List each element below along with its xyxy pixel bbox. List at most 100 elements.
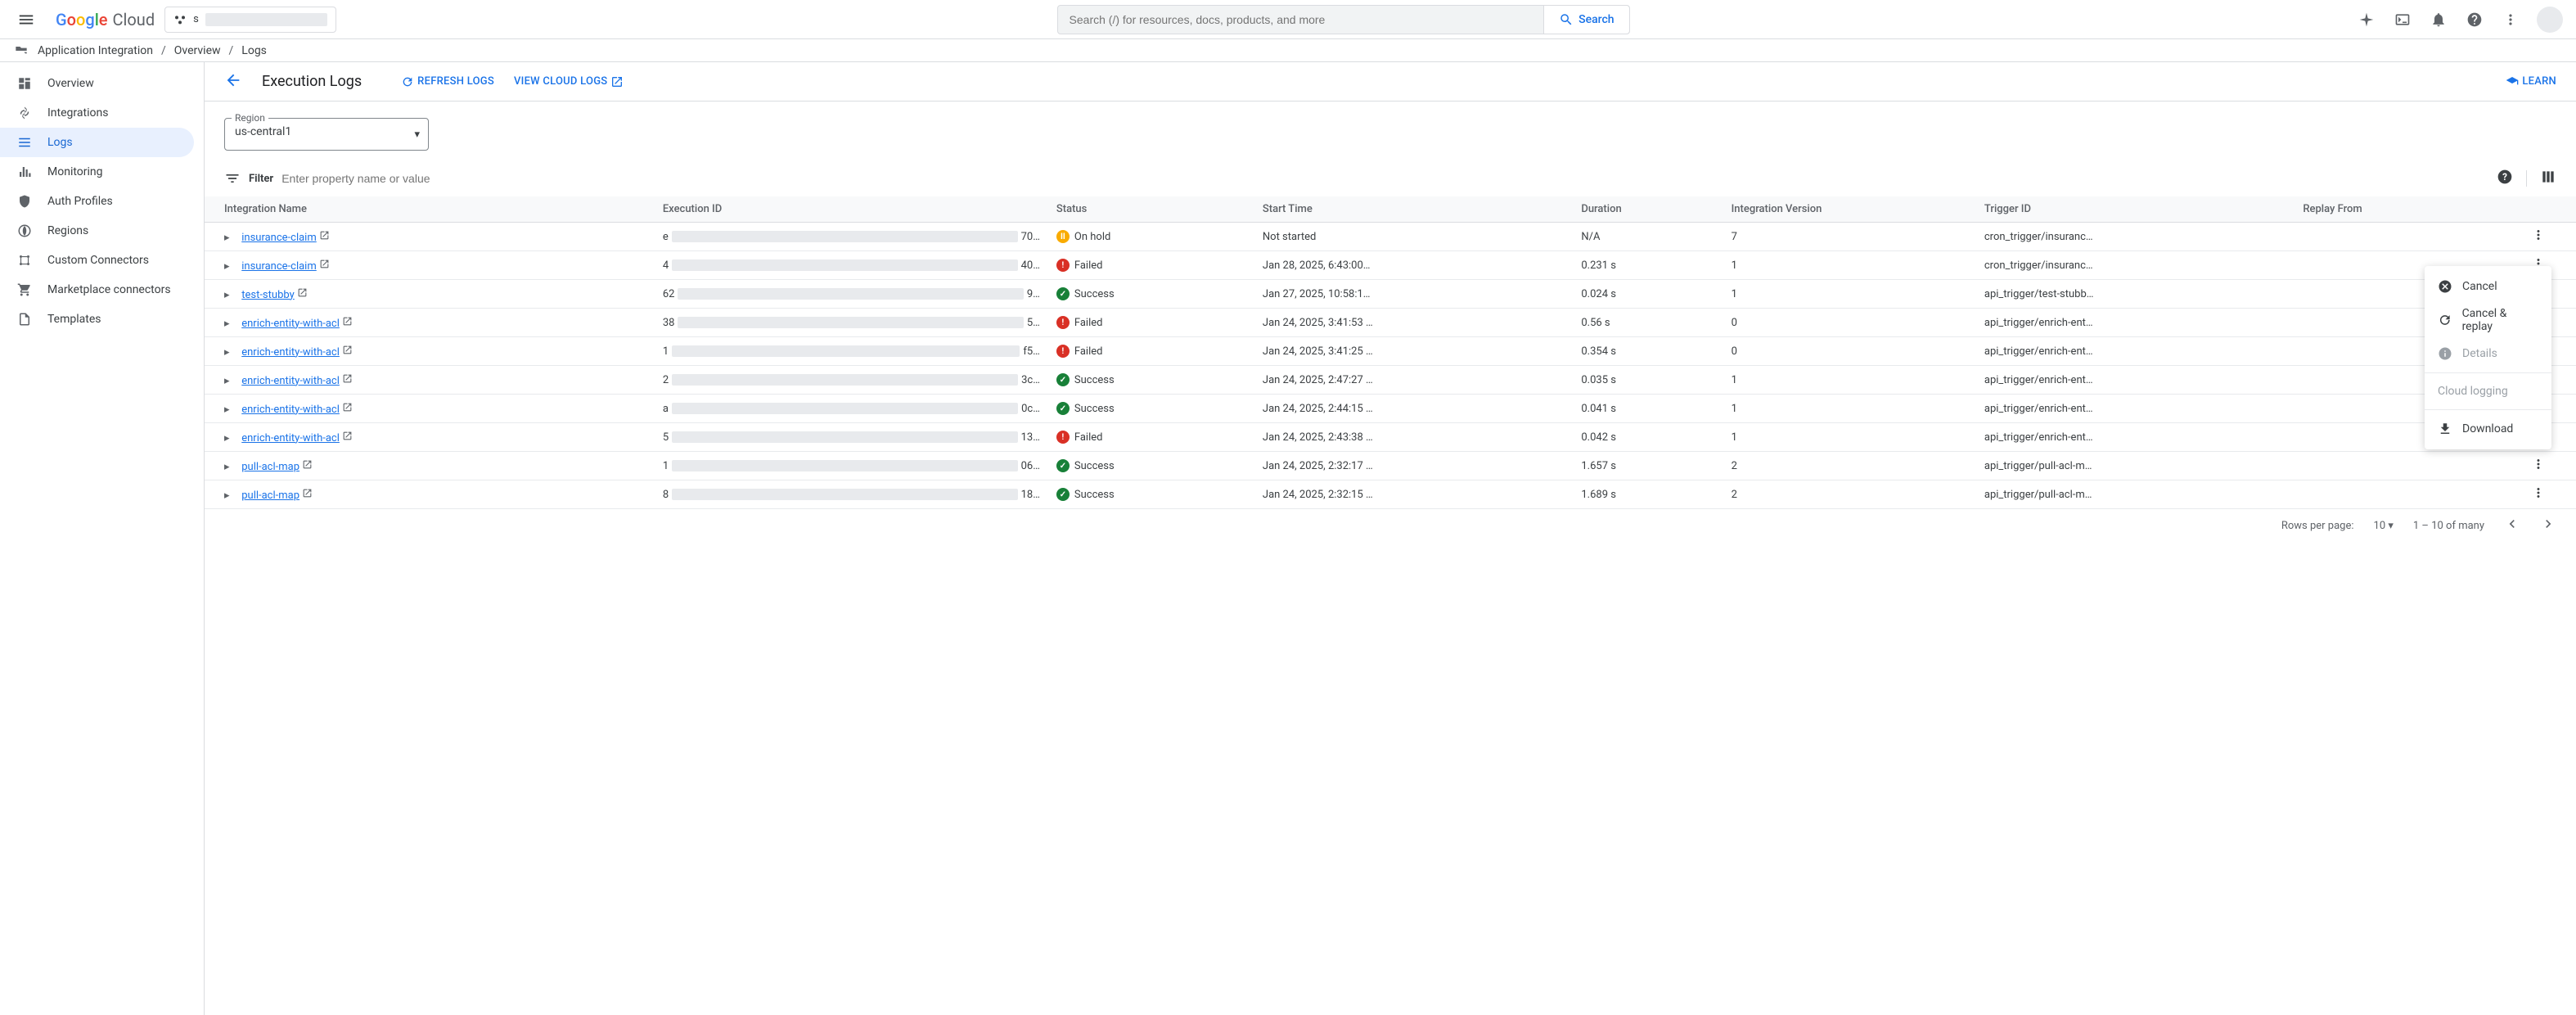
external-link-icon[interactable] bbox=[319, 230, 330, 241]
google-cloud-logo[interactable]: Google Cloud bbox=[52, 10, 158, 29]
view-cloud-logs-button[interactable]: VIEW CLOUD LOGS bbox=[514, 75, 624, 88]
row-context-menu: Cancel Cancel & replay Details Cloud log… bbox=[2425, 266, 2551, 449]
table-row: ▸ insurance-claim e70… IIOn hold Not sta… bbox=[205, 223, 2576, 251]
sidebar-item-regions[interactable]: Regions bbox=[0, 216, 204, 246]
integration-link[interactable]: enrich-entity-with-acl bbox=[241, 404, 340, 416]
menu-cancel[interactable]: Cancel bbox=[2425, 273, 2551, 300]
row-menu-button[interactable] bbox=[2531, 491, 2546, 503]
prev-page-button[interactable] bbox=[2504, 516, 2520, 535]
external-link-icon[interactable] bbox=[302, 488, 313, 498]
rows-per-page-label: Rows per page: bbox=[2281, 520, 2354, 532]
project-name-redacted bbox=[205, 13, 327, 26]
execution-id: a0c… bbox=[663, 403, 1040, 415]
external-link-icon[interactable] bbox=[297, 287, 308, 298]
integration-link[interactable]: enrich-entity-with-acl bbox=[241, 318, 340, 330]
integration-link[interactable]: enrich-entity-with-acl bbox=[241, 346, 340, 359]
filter-help-icon[interactable]: ? bbox=[2497, 169, 2513, 188]
expand-row-icon[interactable]: ▸ bbox=[224, 461, 239, 473]
sidebar-item-connectors[interactable]: Custom Connectors bbox=[0, 246, 204, 275]
status-cell: ✓Success bbox=[1056, 373, 1246, 386]
th-version[interactable]: Integration Version bbox=[1723, 196, 1976, 223]
status-cell: !Failed bbox=[1056, 316, 1246, 329]
integration-link[interactable]: insurance-claim bbox=[241, 260, 317, 273]
sidebar-item-logs[interactable]: Logs bbox=[0, 128, 194, 157]
expand-row-icon[interactable]: ▸ bbox=[224, 432, 239, 444]
th-trigger[interactable]: Trigger ID bbox=[1976, 196, 2295, 223]
cart-icon bbox=[16, 282, 33, 297]
th-integration[interactable]: Integration Name bbox=[205, 196, 655, 223]
expand-row-icon[interactable]: ▸ bbox=[224, 404, 239, 416]
sidebar-item-marketplace[interactable]: Marketplace connectors bbox=[0, 275, 204, 304]
th-start[interactable]: Start Time bbox=[1254, 196, 1573, 223]
external-link-icon[interactable] bbox=[342, 345, 353, 355]
user-avatar[interactable] bbox=[2537, 7, 2563, 33]
sidebar-item-label: Overview bbox=[47, 77, 94, 90]
status-icon: ! bbox=[1056, 345, 1070, 358]
sidebar-item-auth[interactable]: Auth Profiles bbox=[0, 187, 204, 216]
execution-id: 1f5… bbox=[663, 345, 1040, 358]
status-icon: ✓ bbox=[1056, 373, 1070, 386]
next-page-button[interactable] bbox=[2540, 516, 2556, 535]
learn-button[interactable]: LEARN bbox=[2506, 75, 2556, 88]
row-menu-button[interactable] bbox=[2531, 233, 2546, 246]
integration-link[interactable]: insurance-claim bbox=[241, 232, 317, 244]
back-button[interactable] bbox=[224, 71, 242, 92]
th-execution[interactable]: Execution ID bbox=[655, 196, 1048, 223]
status-cell: !Failed bbox=[1056, 345, 1246, 358]
expand-row-icon[interactable]: ▸ bbox=[224, 232, 239, 244]
sidebar-item-label: Marketplace connectors bbox=[47, 283, 171, 296]
templates-icon bbox=[16, 312, 33, 327]
expand-row-icon[interactable]: ▸ bbox=[224, 346, 239, 359]
th-duration[interactable]: Duration bbox=[1573, 196, 1723, 223]
integration-link[interactable]: pull-acl-map bbox=[241, 461, 299, 473]
breadcrumb-product[interactable]: Application Integration bbox=[38, 44, 153, 57]
external-link-icon[interactable] bbox=[302, 459, 313, 470]
external-link-icon[interactable] bbox=[342, 373, 353, 384]
rows-per-page-select[interactable]: 10 ▾ bbox=[2374, 520, 2394, 532]
expand-row-icon[interactable]: ▸ bbox=[224, 318, 239, 330]
expand-row-icon[interactable]: ▸ bbox=[224, 289, 239, 301]
sidebar-item-monitoring[interactable]: Monitoring bbox=[0, 157, 204, 187]
expand-row-icon[interactable]: ▸ bbox=[224, 260, 239, 273]
external-link-icon[interactable] bbox=[342, 316, 353, 327]
integration-link[interactable]: test-stubby bbox=[241, 289, 295, 301]
duration: 0.231 s bbox=[1573, 251, 1723, 280]
breadcrumb-page[interactable]: Logs bbox=[241, 44, 267, 57]
menu-download[interactable]: Download bbox=[2425, 415, 2551, 443]
project-picker[interactable]: s bbox=[164, 7, 336, 33]
sidebar-item-templates[interactable]: Templates bbox=[0, 304, 204, 334]
gemini-icon[interactable] bbox=[2350, 3, 2383, 36]
integration-link[interactable]: enrich-entity-with-acl bbox=[241, 375, 340, 387]
cloud-shell-icon[interactable] bbox=[2386, 3, 2419, 36]
status-icon: ! bbox=[1056, 316, 1070, 329]
region-select[interactable]: Region us-central1 ▾ bbox=[224, 118, 429, 151]
sidebar-item-overview[interactable]: Overview bbox=[0, 69, 204, 98]
notifications-icon[interactable] bbox=[2422, 3, 2455, 36]
columns-icon[interactable] bbox=[2540, 169, 2556, 188]
external-link-icon[interactable] bbox=[319, 259, 330, 269]
menu-cancel-replay[interactable]: Cancel & replay bbox=[2425, 300, 2551, 340]
refresh-logs-button[interactable]: REFRESH LOGS bbox=[401, 75, 494, 88]
expand-row-icon[interactable]: ▸ bbox=[224, 375, 239, 387]
search-button[interactable]: Search bbox=[1543, 6, 1628, 34]
hamburger-menu-icon[interactable] bbox=[7, 11, 46, 29]
row-menu-button[interactable] bbox=[2531, 462, 2546, 475]
version: 1 bbox=[1723, 366, 1976, 395]
sidebar: Overview Integrations Logs Monitoring Au… bbox=[0, 62, 205, 1015]
more-options-icon[interactable] bbox=[2494, 3, 2527, 36]
search-bar: Search bbox=[1057, 5, 1630, 34]
external-link-icon[interactable] bbox=[342, 431, 353, 441]
help-icon[interactable] bbox=[2458, 3, 2491, 36]
expand-row-icon[interactable]: ▸ bbox=[224, 489, 239, 502]
breadcrumb-section[interactable]: Overview bbox=[174, 44, 221, 57]
integration-link[interactable]: enrich-entity-with-acl bbox=[241, 432, 340, 444]
sidebar-item-integrations[interactable]: Integrations bbox=[0, 98, 204, 128]
integration-link[interactable]: pull-acl-map bbox=[241, 489, 299, 502]
search-input[interactable] bbox=[1058, 13, 1544, 26]
filter-input[interactable] bbox=[281, 172, 2488, 185]
th-status[interactable]: Status bbox=[1048, 196, 1254, 223]
start-time: Not started bbox=[1254, 223, 1573, 251]
region-value: us-central1 bbox=[235, 125, 291, 138]
external-link-icon[interactable] bbox=[342, 402, 353, 413]
th-replay[interactable]: Replay From bbox=[2295, 196, 2501, 223]
